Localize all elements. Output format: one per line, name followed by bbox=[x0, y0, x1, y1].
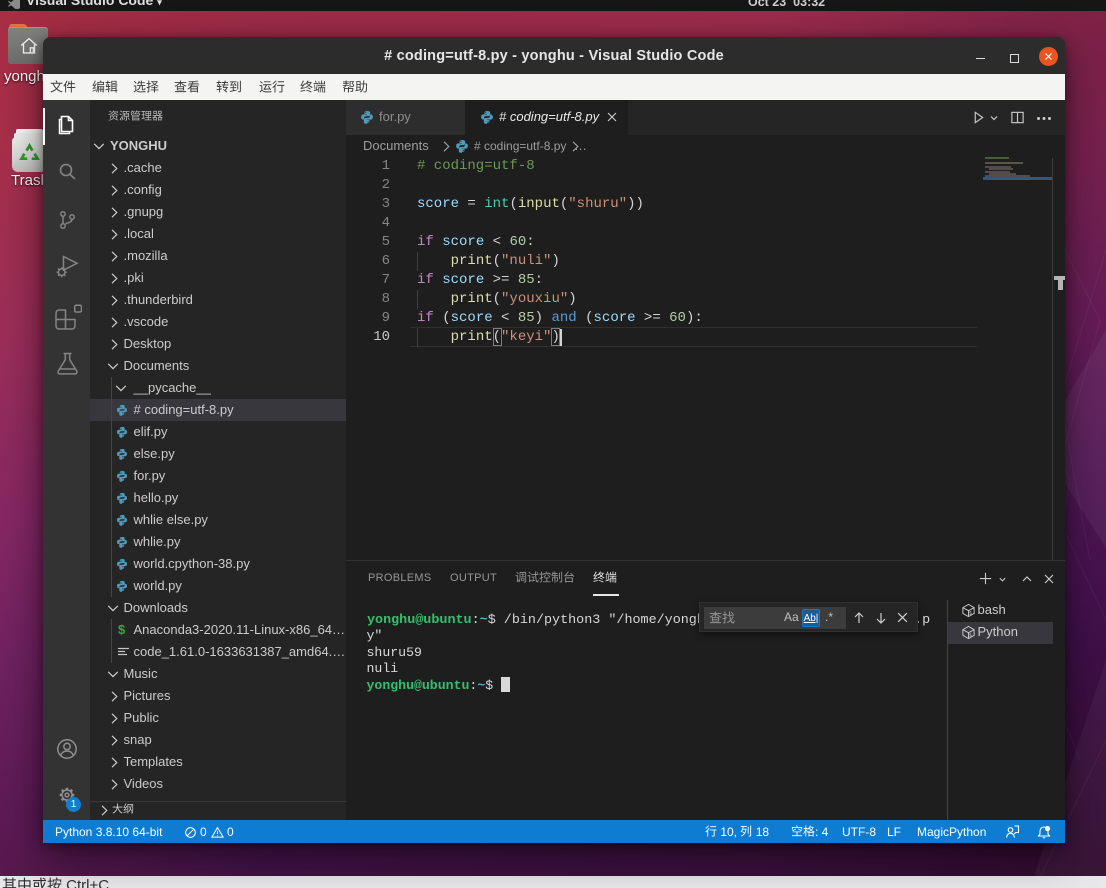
svg-text:$: $ bbox=[968, 632, 971, 637]
svg-text:$: $ bbox=[968, 610, 971, 615]
